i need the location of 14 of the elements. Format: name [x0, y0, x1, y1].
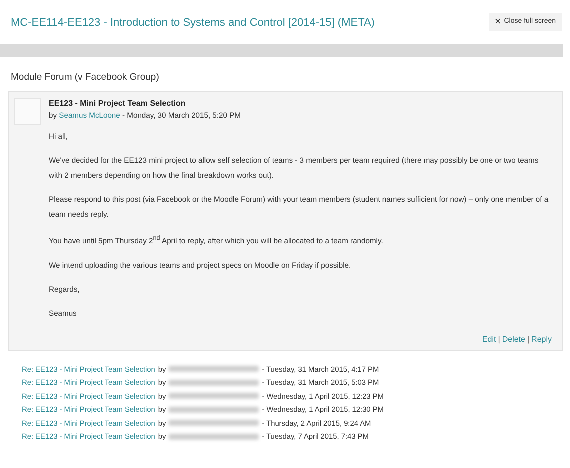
blurred-name-icon — [169, 406, 260, 413]
post-subject: EE123 - Mini Project Team Selection — [49, 99, 187, 108]
forum-title: Module Forum (v Facebook Group) — [11, 72, 160, 83]
post-action-link[interactable]: Reply — [532, 334, 552, 344]
blurred-name-icon — [169, 393, 260, 400]
blurred-name-icon — [169, 380, 260, 386]
course-title-link[interactable]: MC-EE114-EE123 - Introduction to Systems and Control [2014-15] (META) — [11, 16, 375, 28]
separator: | — [527, 334, 530, 344]
post-action-link[interactable]: Delete — [502, 334, 526, 344]
blurred-name-icon — [169, 434, 260, 440]
blurred-name-icon — [169, 366, 260, 372]
post-action-link[interactable]: Edit — [482, 334, 496, 344]
blurred-name-icon — [169, 420, 260, 426]
separator: | — [498, 334, 500, 344]
